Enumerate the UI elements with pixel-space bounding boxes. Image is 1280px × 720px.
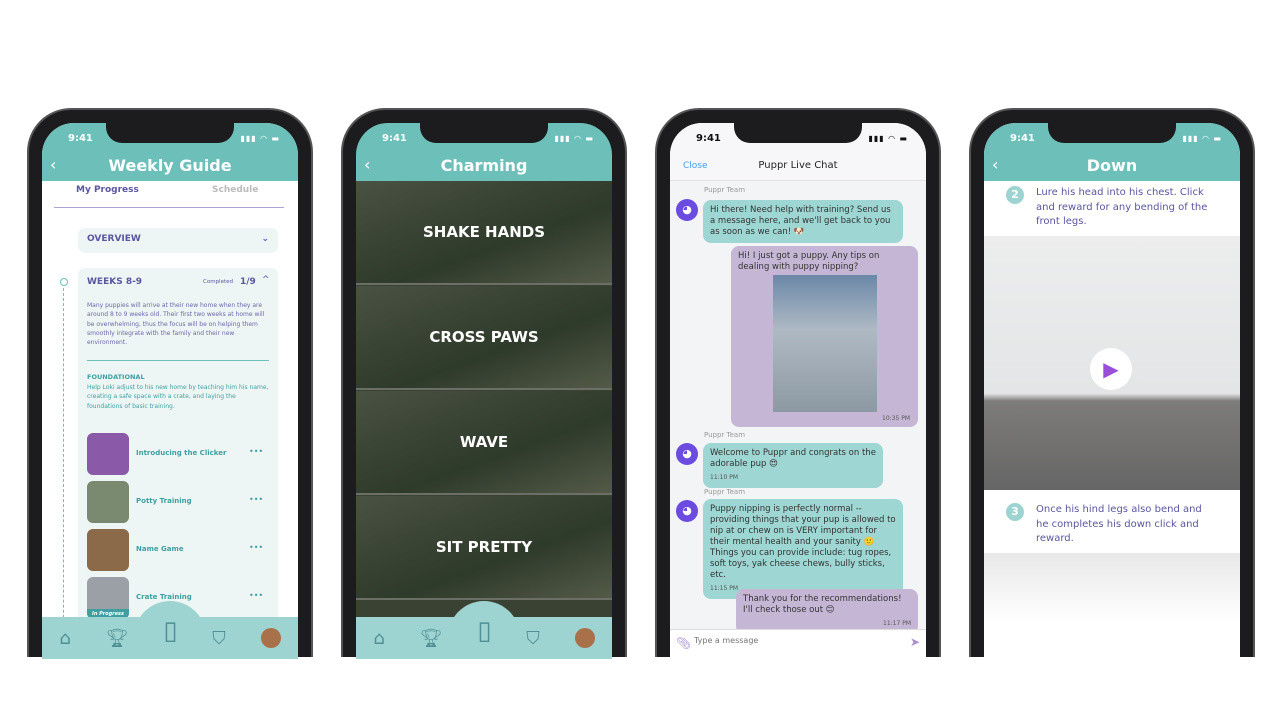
timeline-node (60, 278, 68, 286)
step-text: Once his hind legs also bend and he comp… (1036, 504, 1202, 544)
status-time: 9:41 (1010, 133, 1035, 144)
next-video-preview (984, 553, 1240, 623)
chat-title: Puppr Live Chat (758, 160, 838, 171)
signal-icons: ▮▮▮ ◠ ▬ (868, 134, 908, 143)
sender-label: Puppr Team (704, 186, 746, 194)
lesson-title: Crate Training (136, 593, 192, 601)
notch (420, 123, 548, 143)
timestamp: 11:10 PM (710, 474, 738, 481)
section-description: Help Loki adjust to his new home by teac… (87, 384, 269, 410)
lesson-thumbnail (87, 481, 129, 523)
trick-label: SHAKE HANDS (422, 223, 546, 241)
lesson-item[interactable]: Name Game ••• (87, 529, 269, 571)
chat-message: Hi! I just got a puppy. Any tips on deal… (731, 246, 918, 427)
overview-label: OVERVIEW (87, 234, 141, 244)
week-description: Many puppies will arrive at their new ho… (87, 302, 265, 347)
trick-tile[interactable]: SIT PRETTY (356, 496, 612, 600)
lesson-title: Introducing the Clicker (136, 449, 227, 457)
more-options-icon[interactable]: ••• (249, 591, 263, 600)
lesson-thumbnail (87, 529, 129, 571)
team-avatar: ◕ (676, 443, 698, 465)
trophy-icon[interactable]: 🏆︎ (420, 628, 443, 649)
shop-icon[interactable]: ⛉ (526, 628, 540, 649)
step-text: Lure his head into his chest. Click and … (1036, 187, 1208, 227)
chat-message: Puppy nipping is perfectly normal -- pro… (703, 499, 903, 599)
trick-tile[interactable]: WAVE (356, 391, 612, 495)
completed-count: 1/9 (240, 277, 256, 287)
lesson-thumbnail: In Progress (87, 577, 129, 619)
chat-message: Thank you for the recommendations! I'll … (736, 589, 918, 634)
step-number: 2 (1006, 186, 1024, 204)
notch (1048, 123, 1176, 143)
notch (106, 123, 234, 143)
sender-label: Puppr Team (704, 431, 746, 439)
lesson-title: Potty Training (136, 497, 192, 505)
team-avatar: ◕ (676, 199, 698, 221)
phone-tricks: 9:41 ▮▮▮ ◠ ▬ ‹ Charming SHAKE HANDS CROSS… (341, 108, 627, 659)
tab-divider (54, 207, 284, 208)
trick-tile[interactable]: SHAKE HANDS (356, 181, 612, 285)
message-input[interactable] (694, 636, 884, 645)
tab-my-progress[interactable]: My Progress (76, 185, 139, 195)
page-title: Weekly Guide (108, 156, 232, 175)
step-number: 3 (1006, 503, 1024, 521)
team-avatar: ◕ (676, 500, 698, 522)
overview-accordion[interactable]: OVERVIEW ⌄ (78, 228, 278, 253)
training-icon[interactable]: ▯ (477, 616, 491, 646)
signal-icons: ▮▮▮ ◠ ▬ (240, 134, 280, 143)
trick-label: SIT PRETTY (435, 538, 533, 556)
lesson-item[interactable]: Potty Training ••• (87, 481, 269, 523)
status-time: 9:41 (382, 133, 407, 144)
send-icon[interactable]: ➤ (910, 635, 920, 649)
phone-chat: 9:41 ▮▮▮ ◠ ▬ Close Puppr Live Chat Puppr … (655, 108, 941, 659)
timestamp: 11:17 PM (883, 620, 911, 627)
page-title: Down (1086, 156, 1138, 175)
trick-label: CROSS PAWS (429, 328, 539, 346)
signal-icons: ▮▮▮ ◠ ▬ (554, 134, 594, 143)
chat-message: Welcome to Puppr and congrats on the ado… (703, 443, 883, 488)
section-title: FOUNDATIONAL (87, 373, 145, 381)
more-options-icon[interactable]: ••• (249, 543, 263, 552)
profile-avatar[interactable] (574, 628, 595, 648)
home-icon[interactable]: ⌂ (59, 628, 70, 649)
trick-label: WAVE (459, 433, 509, 451)
puppy-photo[interactable] (773, 275, 877, 412)
home-icon[interactable]: ⌂ (373, 628, 384, 649)
trick-tile[interactable]: CROSS PAWS (356, 286, 612, 390)
bottom-nav: ⌂ 🏆︎ ▯ ⛉ (356, 616, 612, 659)
phone-down: 9:41 ▮▮▮ ◠ ▬ ‹ Down 2 Lure his head into … (969, 108, 1255, 659)
trophy-icon[interactable]: 🏆︎ (106, 628, 129, 649)
sender-label: Puppr Team (704, 488, 746, 496)
paperclip-icon[interactable]: 📎︎ (676, 636, 691, 650)
divider (87, 360, 269, 361)
message-composer: 📎︎ ➤ (670, 629, 926, 659)
notch (734, 123, 862, 143)
shop-icon[interactable]: ⛉ (212, 628, 226, 649)
more-options-icon[interactable]: ••• (249, 447, 263, 456)
status-time: 9:41 (696, 133, 721, 144)
training-video[interactable]: ▶ (984, 236, 1240, 490)
more-options-icon[interactable]: ••• (249, 495, 263, 504)
timeline-line (63, 288, 64, 659)
bottom-nav: ⌂ 🏆︎ ▯ ⛉ (42, 616, 298, 659)
play-icon[interactable]: ▶ (1090, 348, 1132, 390)
lesson-thumbnail (87, 433, 129, 475)
signal-icons: ▮▮▮ ◠ ▬ (1182, 134, 1222, 143)
tab-schedule[interactable]: Schedule (212, 185, 258, 195)
completed-label: Completed (203, 279, 233, 285)
chat-message: Hi there! Need help with training? Send … (703, 200, 903, 243)
lesson-title: Name Game (136, 545, 184, 553)
status-time: 9:41 (68, 133, 93, 144)
week-title: WEEKS 8-9 (87, 277, 143, 287)
profile-avatar[interactable] (260, 628, 281, 648)
phone-weekly-guide: 9:41 ▮▮▮ ◠ ▬ ‹ Weekly Guide My Progress S… (27, 108, 313, 659)
chevron-down-icon: ⌄ (261, 234, 269, 244)
page-title: Charming (440, 156, 528, 175)
lesson-item[interactable]: Introducing the Clicker ••• (87, 433, 269, 475)
timestamp: 10:35 PM (882, 415, 910, 422)
chevron-up-icon[interactable]: ^ (262, 275, 270, 285)
training-icon[interactable]: ▯ (163, 616, 177, 646)
